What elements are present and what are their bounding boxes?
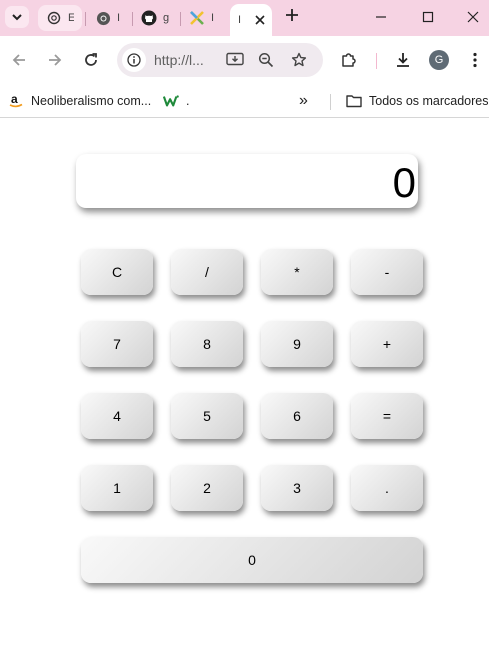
toolbar-divider <box>376 53 377 69</box>
chrome-icon <box>95 10 111 26</box>
back-button[interactable] <box>7 48 31 72</box>
bookmark-item[interactable]: a Neoliberalismo com... <box>8 92 151 110</box>
digit-5-button[interactable]: 5 <box>171 393 243 439</box>
all-bookmarks-button[interactable]: Todos os marcadores <box>346 92 489 110</box>
arrow-left-icon <box>12 54 25 66</box>
github-icon <box>141 10 157 26</box>
svg-text:a: a <box>11 93 18 106</box>
tab-title: I <box>238 14 242 26</box>
chatgpt-icon <box>46 10 62 26</box>
digit-8-button[interactable]: 8 <box>171 321 243 367</box>
digit-4-button[interactable]: 4 <box>81 393 153 439</box>
reload-icon <box>85 53 97 66</box>
bookmark-label: Neoliberalismo com... <box>31 94 152 108</box>
display-value: 0 <box>392 159 416 206</box>
minimize-button[interactable] <box>371 8 391 26</box>
w-logo-icon <box>163 93 179 109</box>
clear-button[interactable]: C <box>81 249 153 295</box>
browser-toolbar: http://l... G <box>0 36 489 84</box>
tab-github[interactable]: g <box>133 5 177 31</box>
arrow-right-icon <box>49 54 62 66</box>
tab-search-button[interactable] <box>5 6 29 28</box>
multiply-button[interactable]: * <box>261 249 333 295</box>
chevron-down-icon <box>12 14 22 21</box>
forward-button[interactable] <box>43 48 67 72</box>
tab-title: g <box>163 12 169 24</box>
equals-button[interactable]: = <box>351 393 423 439</box>
all-bookmarks-label: Todos os marcadores <box>369 94 489 108</box>
downloads-button[interactable] <box>391 48 415 72</box>
x-logo-icon <box>189 10 205 26</box>
puzzle-icon <box>342 53 356 67</box>
tab-strip: E I g I I <box>0 0 489 36</box>
digit-7-button[interactable]: 7 <box>81 321 153 367</box>
decimal-button[interactable]: . <box>351 465 423 511</box>
plus-icon <box>286 9 298 21</box>
profile-avatar[interactable]: G <box>429 50 449 70</box>
zoom-button[interactable] <box>257 51 275 69</box>
subtract-button[interactable]: - <box>351 249 423 295</box>
tab-title: I <box>117 12 121 24</box>
maximize-icon <box>422 11 434 23</box>
address-bar[interactable]: http://l... <box>117 43 323 77</box>
calculator-display: 0 <box>76 154 418 208</box>
new-tab-button[interactable] <box>283 8 301 26</box>
browser-menu-button[interactable] <box>463 48 487 72</box>
folder-icon <box>346 93 362 109</box>
bookmarks-divider <box>330 94 331 110</box>
add-button[interactable]: + <box>351 321 423 367</box>
close-icon <box>467 11 479 23</box>
bookmarks-bar: a Neoliberalismo com... . » Todos os mar… <box>0 84 489 118</box>
tab-title: I <box>211 12 215 24</box>
divide-button[interactable]: / <box>171 249 243 295</box>
extensions-button[interactable] <box>337 48 361 72</box>
digit-2-button[interactable]: 2 <box>171 465 243 511</box>
double-chevron-right-icon: » <box>299 92 308 109</box>
tab-chrome[interactable]: I <box>87 5 131 31</box>
bookmarks-overflow-button[interactable]: » <box>299 92 308 110</box>
digit-0-button[interactable]: 0 <box>81 537 423 583</box>
info-icon <box>127 53 141 67</box>
bookmark-item[interactable]: . <box>163 92 189 110</box>
reload-button[interactable] <box>79 48 103 72</box>
minimize-icon <box>376 16 386 18</box>
amazon-icon: a <box>8 93 24 109</box>
url-text: http://l... <box>154 52 204 68</box>
digit-6-button[interactable]: 6 <box>261 393 333 439</box>
tab-chatgpt[interactable]: E <box>38 5 82 31</box>
install-icon <box>226 52 244 66</box>
more-vert-icon <box>473 52 477 68</box>
tab-active[interactable]: I <box>230 4 272 36</box>
tab-x[interactable]: I <box>181 5 225 31</box>
zoom-out-icon <box>258 52 274 68</box>
close-window-button[interactable] <box>463 8 483 26</box>
bookmark-label: . <box>186 94 190 108</box>
install-app-button[interactable] <box>226 51 244 69</box>
close-tab-icon[interactable] <box>252 12 268 28</box>
tab-title: E <box>68 12 74 24</box>
star-icon <box>291 52 307 67</box>
digit-9-button[interactable]: 9 <box>261 321 333 367</box>
download-icon <box>397 53 409 67</box>
bookmark-star-button[interactable] <box>290 51 308 69</box>
tab-divider <box>85 12 86 26</box>
site-info-button[interactable] <box>122 48 146 72</box>
digit-1-button[interactable]: 1 <box>81 465 153 511</box>
digit-3-button[interactable]: 3 <box>261 465 333 511</box>
maximize-button[interactable] <box>418 8 438 26</box>
